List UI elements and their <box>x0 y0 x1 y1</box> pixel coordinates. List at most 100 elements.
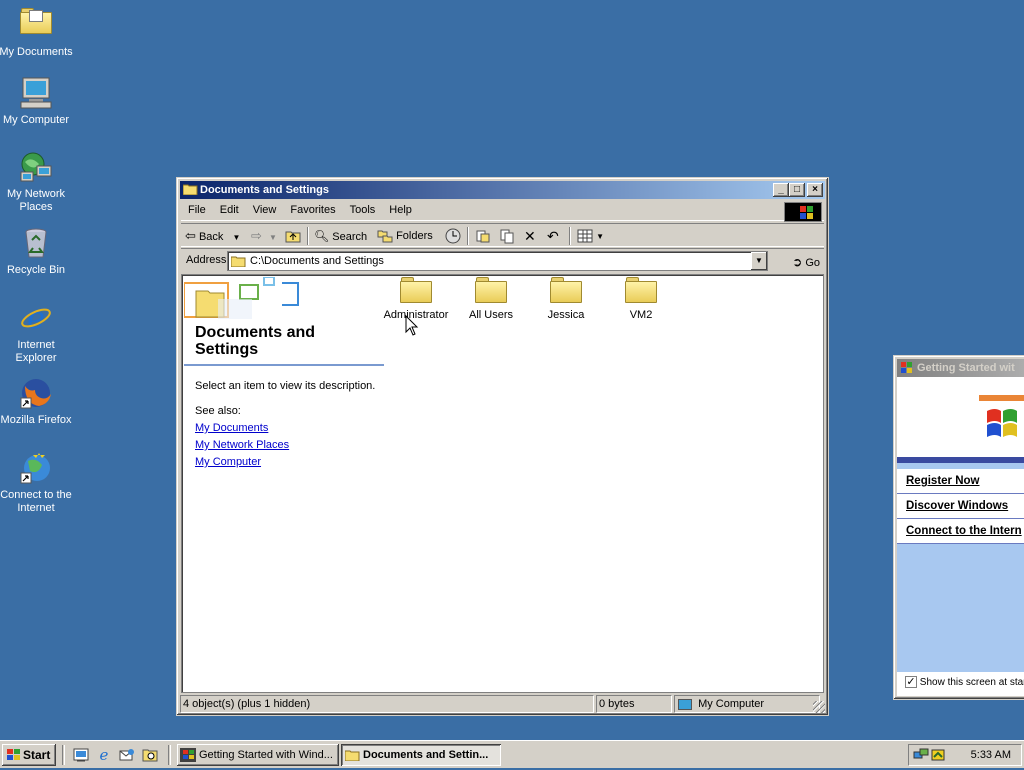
show-desktop-icon <box>73 748 89 762</box>
desktop-icon-my-computer[interactable]: My Computer <box>0 76 74 127</box>
minimize-icon: _ <box>778 184 784 195</box>
task-getting-started[interactable]: Getting Started with Wind... <box>177 744 339 766</box>
task-label: Getting Started with Wind... <box>199 749 333 761</box>
toolbar-separator <box>467 227 469 245</box>
quicklaunch-internet-explorer[interactable]: e <box>96 746 112 764</box>
folder-banner-graphic <box>184 277 299 319</box>
maximize-button[interactable]: □ <box>789 183 805 197</box>
quicklaunch-explorer[interactable] <box>142 747 158 763</box>
folder-label: VM2 <box>629 309 653 321</box>
desktop-icon-mozilla-firefox[interactable]: Mozilla Firefox <box>0 376 74 427</box>
svg-text:e: e <box>100 747 109 763</box>
views-button[interactable]: ▼ <box>577 227 604 245</box>
folder-icon <box>400 277 432 303</box>
explorer-search-icon <box>142 749 158 762</box>
start-button[interactable]: Start <box>2 744 56 766</box>
desktop-icon-label: Connect to the Internet <box>0 489 72 514</box>
search-icon: 🔍︎ <box>314 229 330 243</box>
resize-grip-icon[interactable] <box>813 701 825 713</box>
menu-help[interactable]: Help <box>382 201 419 219</box>
explorer-titlebar[interactable]: Documents and Settings <box>180 181 825 199</box>
up-folder-button[interactable] <box>285 227 301 245</box>
getting-started-banner <box>897 377 1024 463</box>
folder-icon <box>475 277 507 303</box>
outlook-express-icon <box>119 749 134 761</box>
task-documents-and-settings[interactable]: Documents and Settin... <box>341 744 501 766</box>
link-my-documents[interactable]: My Documents <box>195 422 268 434</box>
folder-item-vm2[interactable]: VM2 <box>604 277 678 321</box>
desktop-icon-label: Internet Explorer <box>15 339 57 364</box>
windows-logo-icon <box>973 395 1024 447</box>
register-now-link[interactable]: Register Now <box>897 469 1024 494</box>
back-button[interactable]: ⇦ Back ▼ <box>185 227 240 245</box>
menu-tools[interactable]: Tools <box>343 201 383 219</box>
search-button[interactable]: 🔍︎ Search <box>314 227 367 245</box>
link-my-computer[interactable]: My Computer <box>195 456 261 468</box>
toolbar-separator <box>307 227 309 245</box>
menu-view[interactable]: View <box>246 201 284 219</box>
history-icon <box>445 228 461 244</box>
desktop-icon-my-network-places[interactable]: My Network Places <box>0 150 74 214</box>
delete-button[interactable]: ✕ <box>524 227 536 245</box>
forward-dropdown-icon: ▼ <box>268 233 277 242</box>
copy-to-icon <box>500 229 514 244</box>
quicklaunch-outlook-express[interactable] <box>119 747 135 763</box>
desktop-icon-recycle-bin[interactable]: Recycle Bin <box>0 226 74 277</box>
minimize-button[interactable]: _ <box>773 183 789 197</box>
show-at-startup-label: Show this screen at startu <box>919 677 1024 688</box>
desktop-icon-connect-to-internet[interactable]: Connect to the Internet <box>0 451 74 515</box>
desktop-icon-my-documents[interactable]: My Documents <box>0 4 74 59</box>
my-computer-icon <box>19 76 53 110</box>
quicklaunch-show-desktop[interactable] <box>73 747 89 763</box>
network-places-icon <box>19 150 53 184</box>
windows-throbber-icon <box>784 202 822 222</box>
views-dropdown-icon: ▼ <box>596 232 604 241</box>
desktop-icon-label: Recycle Bin <box>6 264 66 276</box>
start-label: Start <box>23 748 51 762</box>
history-button[interactable] <box>445 227 461 245</box>
network-tray-icon[interactable] <box>913 747 929 770</box>
maximize-icon: □ <box>793 184 801 195</box>
connect-internet-link[interactable]: Connect to the Intern <box>897 519 1024 544</box>
internet-explorer-icon: e <box>100 746 109 764</box>
folder-item-all-users[interactable]: All Users <box>454 277 528 321</box>
show-at-startup-checkbox[interactable]: ✓ <box>905 676 917 689</box>
webview-panel: Documents and Settings Select an item to… <box>182 275 384 475</box>
discover-windows-link[interactable]: Discover Windows <box>897 494 1024 519</box>
getting-started-titlebar[interactable]: Getting Started wit <box>897 359 1024 377</box>
address-input[interactable]: C:\Documents and Settings ▼ <box>227 251 768 271</box>
show-at-startup-row: ✓ Show this screen at startu <box>897 672 1024 696</box>
views-icon <box>577 229 593 243</box>
connection-tray-icon[interactable] <box>931 747 947 770</box>
status-object-count: 4 object(s) (plus 1 hidden) <box>180 695 594 713</box>
menu-edit[interactable]: Edit <box>213 201 246 219</box>
desktop-icon-internet-explorer[interactable]: e Internet Explorer <box>0 301 74 365</box>
undo-button[interactable]: ↶ <box>547 227 559 245</box>
firefox-icon <box>19 376 53 410</box>
go-button[interactable]: ➲ Go <box>792 253 820 271</box>
forward-button[interactable]: ⇨ ▼ <box>251 227 277 245</box>
folder-icon <box>182 183 198 199</box>
forward-arrow-icon: ⇨ <box>251 228 262 243</box>
standard-toolbar: ⇦ Back ▼ ⇨ ▼ 🔍︎ Search Folders ✕ ↶ ▼ <box>181 223 824 247</box>
move-to-button[interactable] <box>475 227 491 245</box>
clock[interactable]: 5:33 AM <box>971 745 1011 765</box>
folder-item-jessica[interactable]: Jessica <box>529 277 603 321</box>
panel-heading: Documents and Settings <box>195 324 316 358</box>
toolbar-separator <box>569 227 571 245</box>
explorer-window: Documents and Settings _ □ × File Edit Vie… <box>176 177 829 716</box>
folders-icon <box>377 230 393 243</box>
folders-button[interactable]: Folders <box>377 227 433 245</box>
address-dropdown-button[interactable]: ▼ <box>751 252 767 270</box>
go-label: Go <box>805 257 820 269</box>
task-label: Documents and Settin... <box>363 749 489 761</box>
menu-file[interactable]: File <box>181 201 213 219</box>
close-icon: × <box>812 184 818 195</box>
menu-favorites[interactable]: Favorites <box>283 201 342 219</box>
copy-to-button[interactable] <box>499 227 515 245</box>
status-zone-label: My Computer <box>698 698 765 710</box>
folder-label: All Users <box>468 309 513 321</box>
close-button[interactable]: × <box>807 183 823 197</box>
desktop-icon-label: My Network Places <box>6 188 66 213</box>
link-my-network-places[interactable]: My Network Places <box>195 439 289 451</box>
